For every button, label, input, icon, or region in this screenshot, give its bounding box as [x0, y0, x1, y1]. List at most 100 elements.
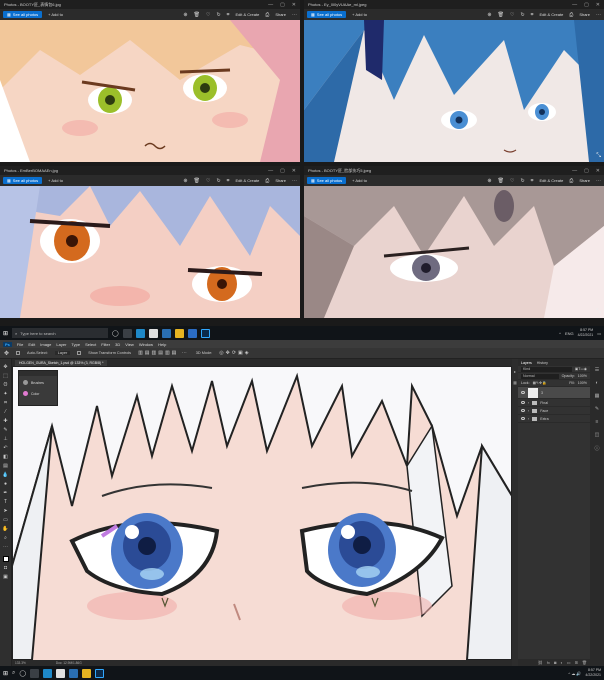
transform-controls-checkbox[interactable]: [77, 351, 82, 355]
visibility-eye-icon[interactable]: [521, 391, 525, 394]
add-to-button[interactable]: + Add to: [352, 12, 367, 17]
auto-select-checkbox[interactable]: [16, 351, 21, 355]
path-select-icon[interactable]: ➤: [3, 508, 7, 514]
zoom-tool-icon[interactable]: ⌕: [4, 535, 7, 541]
delete-icon[interactable]: 🗑: [498, 12, 504, 18]
edit-create-button[interactable]: Edit & Create: [540, 178, 564, 183]
print-icon[interactable]: ⎙: [265, 178, 269, 184]
eraser-tool-icon[interactable]: ◧: [3, 454, 8, 460]
task-view-icon[interactable]: ◯: [19, 670, 26, 677]
layer-group[interactable]: › Extra: [518, 415, 590, 423]
app-icon-folder[interactable]: [82, 668, 92, 678]
delete-icon[interactable]: 🗑: [194, 178, 200, 184]
menu-layer[interactable]: Layer: [56, 342, 66, 347]
hand-tool-icon[interactable]: ✋: [2, 526, 8, 532]
magic-wand-icon[interactable]: ✦: [3, 391, 7, 397]
share-button[interactable]: Share: [579, 12, 590, 17]
print-icon[interactable]: ⎙: [569, 12, 573, 18]
app-icon-explorer[interactable]: [122, 328, 132, 338]
maximize-icon[interactable]: ▢: [280, 168, 285, 174]
app-icon-edge[interactable]: [135, 328, 145, 338]
search-icon[interactable]: ⌕: [12, 670, 15, 677]
zoom-icon[interactable]: ⊕: [487, 12, 491, 18]
menu-edit[interactable]: Edit: [28, 342, 35, 347]
new-layer-icon[interactable]: ⊞: [575, 660, 578, 665]
shape-tool-icon[interactable]: ▭: [3, 517, 8, 523]
gradient-tool-icon[interactable]: ▤: [3, 463, 8, 469]
ps-canvas[interactable]: [12, 366, 512, 660]
close-icon[interactable]: ✕: [292, 2, 296, 8]
filter-icons[interactable]: ▣T▭◉: [575, 367, 587, 371]
edit-create-button[interactable]: Edit & Create: [236, 178, 260, 183]
expand-icon[interactable]: ⤡: [596, 309, 601, 316]
app-icon-chrome[interactable]: [56, 668, 66, 678]
favorite-icon[interactable]: ♡: [206, 178, 210, 184]
rotate-icon[interactable]: ↻: [216, 12, 220, 18]
crop-icon[interactable]: ⌗: [531, 12, 534, 18]
expand-icon[interactable]: ⤡: [596, 153, 601, 160]
flyout-item-brushes[interactable]: Brushes: [19, 376, 57, 387]
clock[interactable]: 8:57 PM 4/22/2021: [585, 668, 601, 678]
favorite-icon[interactable]: ♡: [206, 12, 210, 18]
dock-icon-libraries[interactable]: ◫: [595, 432, 600, 438]
more-icon[interactable]: ⋯: [596, 12, 601, 18]
tab-history[interactable]: History: [537, 361, 548, 365]
new-group-icon[interactable]: ▭: [567, 660, 571, 665]
app-icon-folder[interactable]: [174, 328, 184, 338]
photo-window-3[interactable]: Photos - EmBerBOMAAEn.jpg — ▢ ✕ ▦ See all p…: [0, 166, 300, 318]
share-button[interactable]: Share: [579, 178, 590, 183]
edit-create-button[interactable]: Edit & Create: [236, 12, 260, 17]
add-to-button[interactable]: + Add to: [48, 178, 63, 183]
zoom-icon[interactable]: ⊕: [487, 178, 491, 184]
brush-tool-icon[interactable]: ✎: [3, 427, 7, 433]
zoom-icon[interactable]: ⊕: [183, 178, 187, 184]
photo-window-4[interactable]: Photos - BOOTY匠_脸部技巧5.jpeg — ▢ ✕ ▦ See all …: [304, 166, 604, 318]
tray-icons[interactable]: ^ ☁ 🔊: [568, 671, 581, 676]
crop-icon[interactable]: ⌗: [531, 178, 534, 184]
kind-filter[interactable]: Kind: [521, 366, 572, 372]
fill-value[interactable]: 100%: [578, 381, 587, 385]
menu-3d[interactable]: 3D: [115, 342, 120, 347]
history-brush-icon[interactable]: ↶: [3, 445, 7, 451]
print-icon[interactable]: ⎙: [265, 12, 269, 18]
move-tool-icon[interactable]: ✥: [4, 350, 9, 357]
flyout-item-color[interactable]: Color: [19, 387, 57, 398]
chevron-right-icon[interactable]: ›: [528, 401, 529, 405]
app-icon-photoshop[interactable]: [200, 328, 210, 338]
dock-icon-swatches[interactable]: ▦: [595, 393, 600, 399]
zoom-icon[interactable]: ⊕: [183, 12, 187, 18]
zoom-level[interactable]: 133.3%: [15, 661, 26, 665]
more-icon[interactable]: ⋯: [292, 178, 297, 184]
task-view-icon[interactable]: ◯: [112, 330, 119, 337]
favorite-icon[interactable]: ♡: [510, 12, 514, 18]
window-title-bar[interactable]: Photos - BOOTY匠_表情包6.jpg — ▢ ✕: [0, 0, 300, 9]
menu-filter[interactable]: Filter: [101, 342, 110, 347]
trash-icon[interactable]: 🗑: [582, 660, 587, 665]
eyedropper-icon[interactable]: ⁄: [5, 409, 6, 415]
stamp-tool-icon[interactable]: ⊥: [3, 436, 7, 442]
window-title-bar[interactable]: Photos - Ey_0l0yVUAAe_ml.jpeg — ▢ ✕: [304, 0, 604, 9]
layer-item[interactable]: 3: [518, 387, 590, 399]
document-tab[interactable]: HOLGEN_GURA_Sketch_1.psd @ 133% (3, RGB/…: [15, 359, 108, 366]
app-icon-photoshop[interactable]: [95, 668, 105, 678]
visibility-eye-icon[interactable]: [521, 409, 525, 412]
rotate-icon[interactable]: ↻: [520, 12, 524, 18]
close-icon[interactable]: ✕: [292, 168, 296, 174]
fx-icon[interactable]: fx: [547, 660, 550, 665]
adjustment-icon[interactable]: ◐: [560, 660, 562, 665]
close-icon[interactable]: ✕: [596, 2, 600, 8]
app-icon-explorer[interactable]: [30, 668, 40, 678]
app-icon-app[interactable]: [187, 328, 197, 338]
edit-create-button[interactable]: Edit & Create: [540, 12, 564, 17]
window-title-bar[interactable]: Photos - EmBerBOMAAEn.jpg — ▢ ✕: [0, 166, 300, 175]
visibility-eye-icon[interactable]: [521, 417, 525, 420]
windows-start-icon[interactable]: ⊞: [3, 670, 8, 677]
foreground-color-swatch[interactable]: [2, 556, 9, 562]
notification-icon[interactable]: ▭: [597, 331, 601, 336]
mask-icon[interactable]: ◙: [554, 660, 556, 665]
taskbar-search[interactable]: ⌕ Type here to search: [12, 328, 109, 338]
crop-tool-icon[interactable]: ⌗: [4, 400, 7, 406]
panel-toggle-icon[interactable]: ▸: [514, 369, 516, 374]
visibility-eye-icon[interactable]: [521, 401, 525, 404]
crop-icon[interactable]: ⌗: [227, 178, 230, 184]
